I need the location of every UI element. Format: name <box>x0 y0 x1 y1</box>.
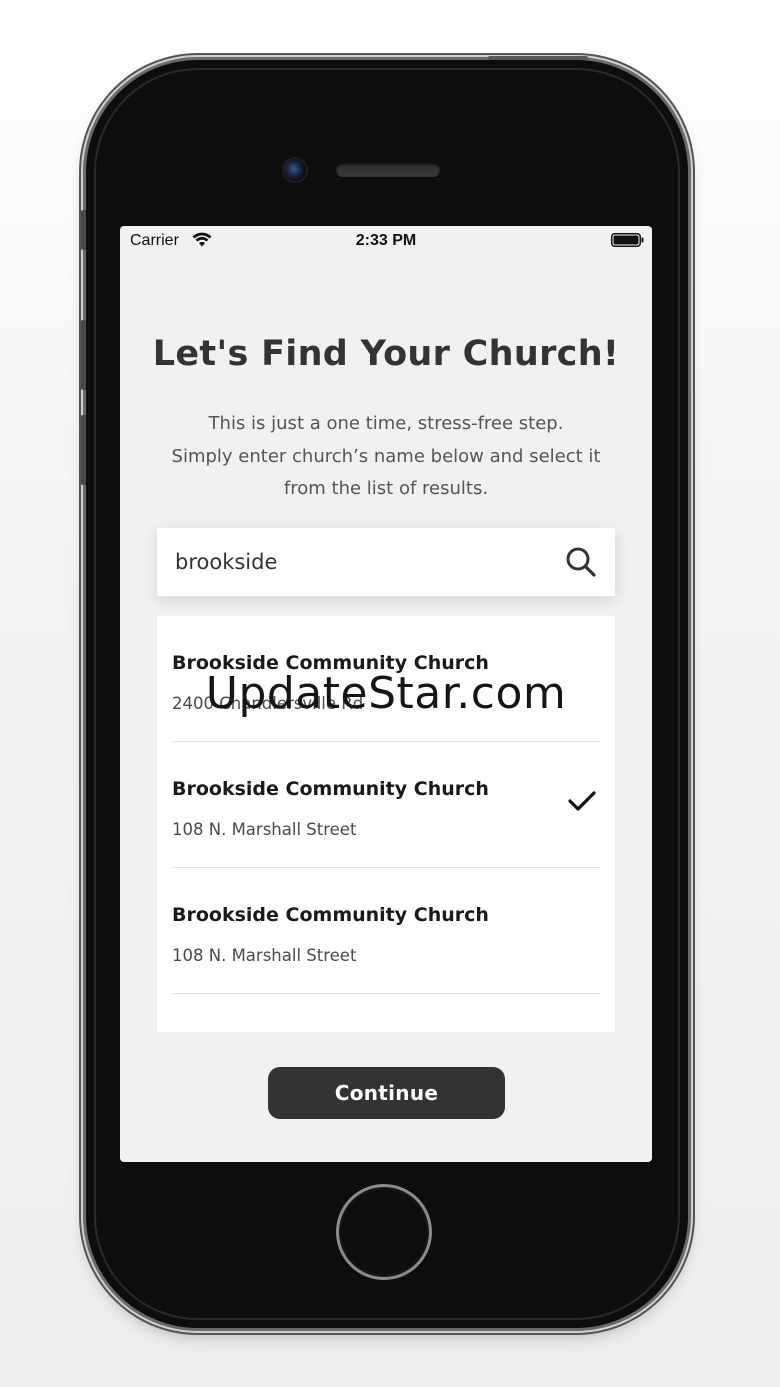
subtitle-line: from the list of results. <box>283 478 489 499</box>
page-title: Let's Find Your Church! <box>152 334 620 374</box>
volume-down-button <box>81 415 86 485</box>
checkmark-icon <box>568 791 596 811</box>
search-box <box>157 528 615 596</box>
front-camera-icon <box>284 159 306 181</box>
home-button[interactable] <box>336 1184 432 1280</box>
church-address: 108 N. Marshall Street <box>172 946 357 965</box>
volume-up-button <box>81 320 86 390</box>
results-list: Brookside Community Church 2400 Chandler… <box>157 616 615 1032</box>
mute-switch <box>81 210 86 250</box>
status-bar: Carrier 2:33 PM <box>120 226 652 254</box>
church-name: Brookside Community Church <box>172 652 489 674</box>
subtitle-line: Simply enter church’s name below and sel… <box>171 445 601 467</box>
page-subtitle: This is just a one time, stress-free ste… <box>150 408 622 506</box>
power-button <box>488 56 588 60</box>
subtitle-line: This is just a one time, stress-free ste… <box>208 413 564 434</box>
church-name: Brookside Community Church <box>172 904 489 926</box>
list-item[interactable]: Brookside Community Church 108 N. Marsha… <box>172 742 600 868</box>
search-icon[interactable] <box>565 546 597 578</box>
list-item[interactable]: Brookside Community Church 108 N. Marsha… <box>172 868 600 994</box>
church-address: 108 N. Marshall Street <box>172 820 357 839</box>
app-screen: Carrier 2:33 PM Let's Find Your Church! … <box>120 226 652 1162</box>
search-input[interactable] <box>175 528 555 596</box>
list-item[interactable]: Brookside Community Church 2400 Chandler… <box>172 616 600 742</box>
church-address: 2400 Chandlersville Rd <box>172 694 364 713</box>
battery-icon <box>611 233 644 247</box>
continue-button[interactable]: Continue <box>268 1067 505 1119</box>
earpiece-speaker <box>336 163 440 177</box>
status-time: 2:33 PM <box>355 232 417 249</box>
church-name: Brookside Community Church <box>172 778 489 800</box>
